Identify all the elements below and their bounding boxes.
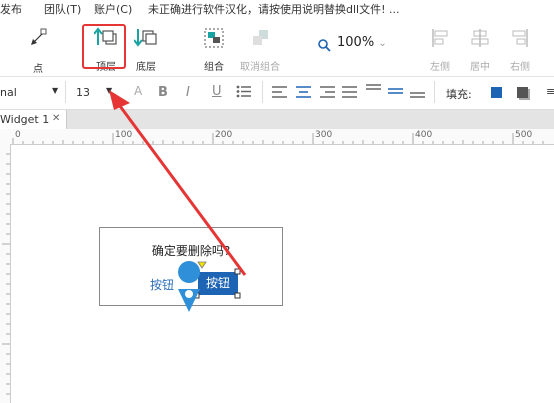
close-icon[interactable]: ✕	[52, 113, 60, 124]
primary-button[interactable]: 按钮	[198, 272, 238, 295]
font-color-icon[interactable]: A	[134, 84, 142, 98]
format-toolbar: nal ▼ 13 ▼ A B I U 填充: ≡	[0, 77, 554, 110]
align-right-icon	[512, 29, 528, 47]
ruler-label: 0	[15, 130, 21, 140]
align-left-button[interactable]: 左侧	[418, 27, 462, 75]
chevron-down-icon: ⌄	[378, 38, 387, 49]
dialog-message: 确定要删除吗?	[151, 244, 231, 258]
font-size-select[interactable]: 13 ▼	[76, 86, 126, 99]
caret-down-icon: ▼	[52, 86, 59, 95]
valign-bottom-icon[interactable]	[410, 83, 426, 102]
shadow-swatch[interactable]	[517, 87, 528, 98]
ruler-label: 500	[515, 130, 533, 140]
vertical-ruler	[0, 144, 11, 403]
point-icon	[31, 28, 47, 45]
ruler-label: 300	[315, 130, 333, 140]
align-right-button[interactable]: 右侧	[498, 27, 542, 75]
caret-down-icon: ▼	[106, 86, 113, 95]
send-to-back-button[interactable]: 底层	[124, 27, 168, 75]
point-tool-button[interactable]: 点	[16, 27, 60, 75]
ruler-label: 200	[215, 130, 233, 140]
underline-icon[interactable]: U	[212, 84, 222, 99]
highlight-box	[82, 24, 126, 69]
divider	[262, 81, 263, 103]
align-text-left-icon[interactable]	[272, 86, 288, 101]
ruler-ticks	[12, 133, 544, 144]
font-family-select[interactable]: nal ▼	[0, 86, 62, 99]
bold-icon[interactable]: B	[158, 85, 168, 100]
bullet-list-icon[interactable]	[236, 85, 252, 101]
valign-middle-icon[interactable]	[388, 83, 404, 102]
ungroup-button[interactable]: 取消组合	[236, 27, 284, 75]
group-icon	[204, 28, 224, 48]
group-button[interactable]: 组合	[192, 27, 236, 75]
ruler-label: 100	[115, 130, 133, 140]
tab-widget-1[interactable]: Widget 1 ✕	[0, 110, 67, 129]
send-to-back-icon	[134, 29, 157, 47]
fill-label: 填充:	[446, 88, 472, 101]
ungroup-icon	[253, 30, 268, 45]
menu-bar: 发布 团队(T) 账户(C) 未正确进行软件汉化，请按使用说明替换dll文件! …	[0, 0, 554, 17]
divider	[434, 81, 435, 103]
align-center-icon	[471, 29, 489, 47]
justify-text-icon[interactable]	[342, 86, 358, 101]
align-center-button[interactable]: 居中	[458, 27, 502, 75]
ruler-label: 400	[415, 130, 433, 140]
menu-item-team[interactable]: 团队(T)	[44, 1, 81, 17]
zoom-icon	[318, 37, 331, 56]
menu-item-publish[interactable]: 发布	[0, 1, 22, 17]
menu-item-account[interactable]: 账户(C)	[94, 1, 132, 17]
valign-top-icon[interactable]	[366, 83, 382, 102]
align-text-center-icon[interactable]	[296, 86, 312, 101]
tab-bar: Widget 1 ✕	[0, 110, 554, 129]
confirm-dialog-widget[interactable]: 确定要删除吗? 按钮 按钮	[99, 227, 283, 306]
divider	[65, 81, 66, 103]
horizontal-ruler: 0 100 200 300 400 500	[0, 129, 554, 145]
align-text-right-icon[interactable]	[320, 86, 336, 101]
zoom-select[interactable]: 100% ⌄	[337, 35, 387, 50]
localization-notice: 未正确进行软件汉化，请按使用说明替换dll文件! ...	[148, 3, 400, 16]
fill-color-swatch[interactable]	[491, 87, 502, 98]
align-left-icon	[432, 29, 448, 47]
more-options-icon[interactable]: ≡	[546, 85, 554, 98]
ruler-ticks	[2, 153, 10, 395]
italic-icon[interactable]: I	[186, 85, 190, 100]
link-button[interactable]: 按钮	[150, 276, 174, 293]
